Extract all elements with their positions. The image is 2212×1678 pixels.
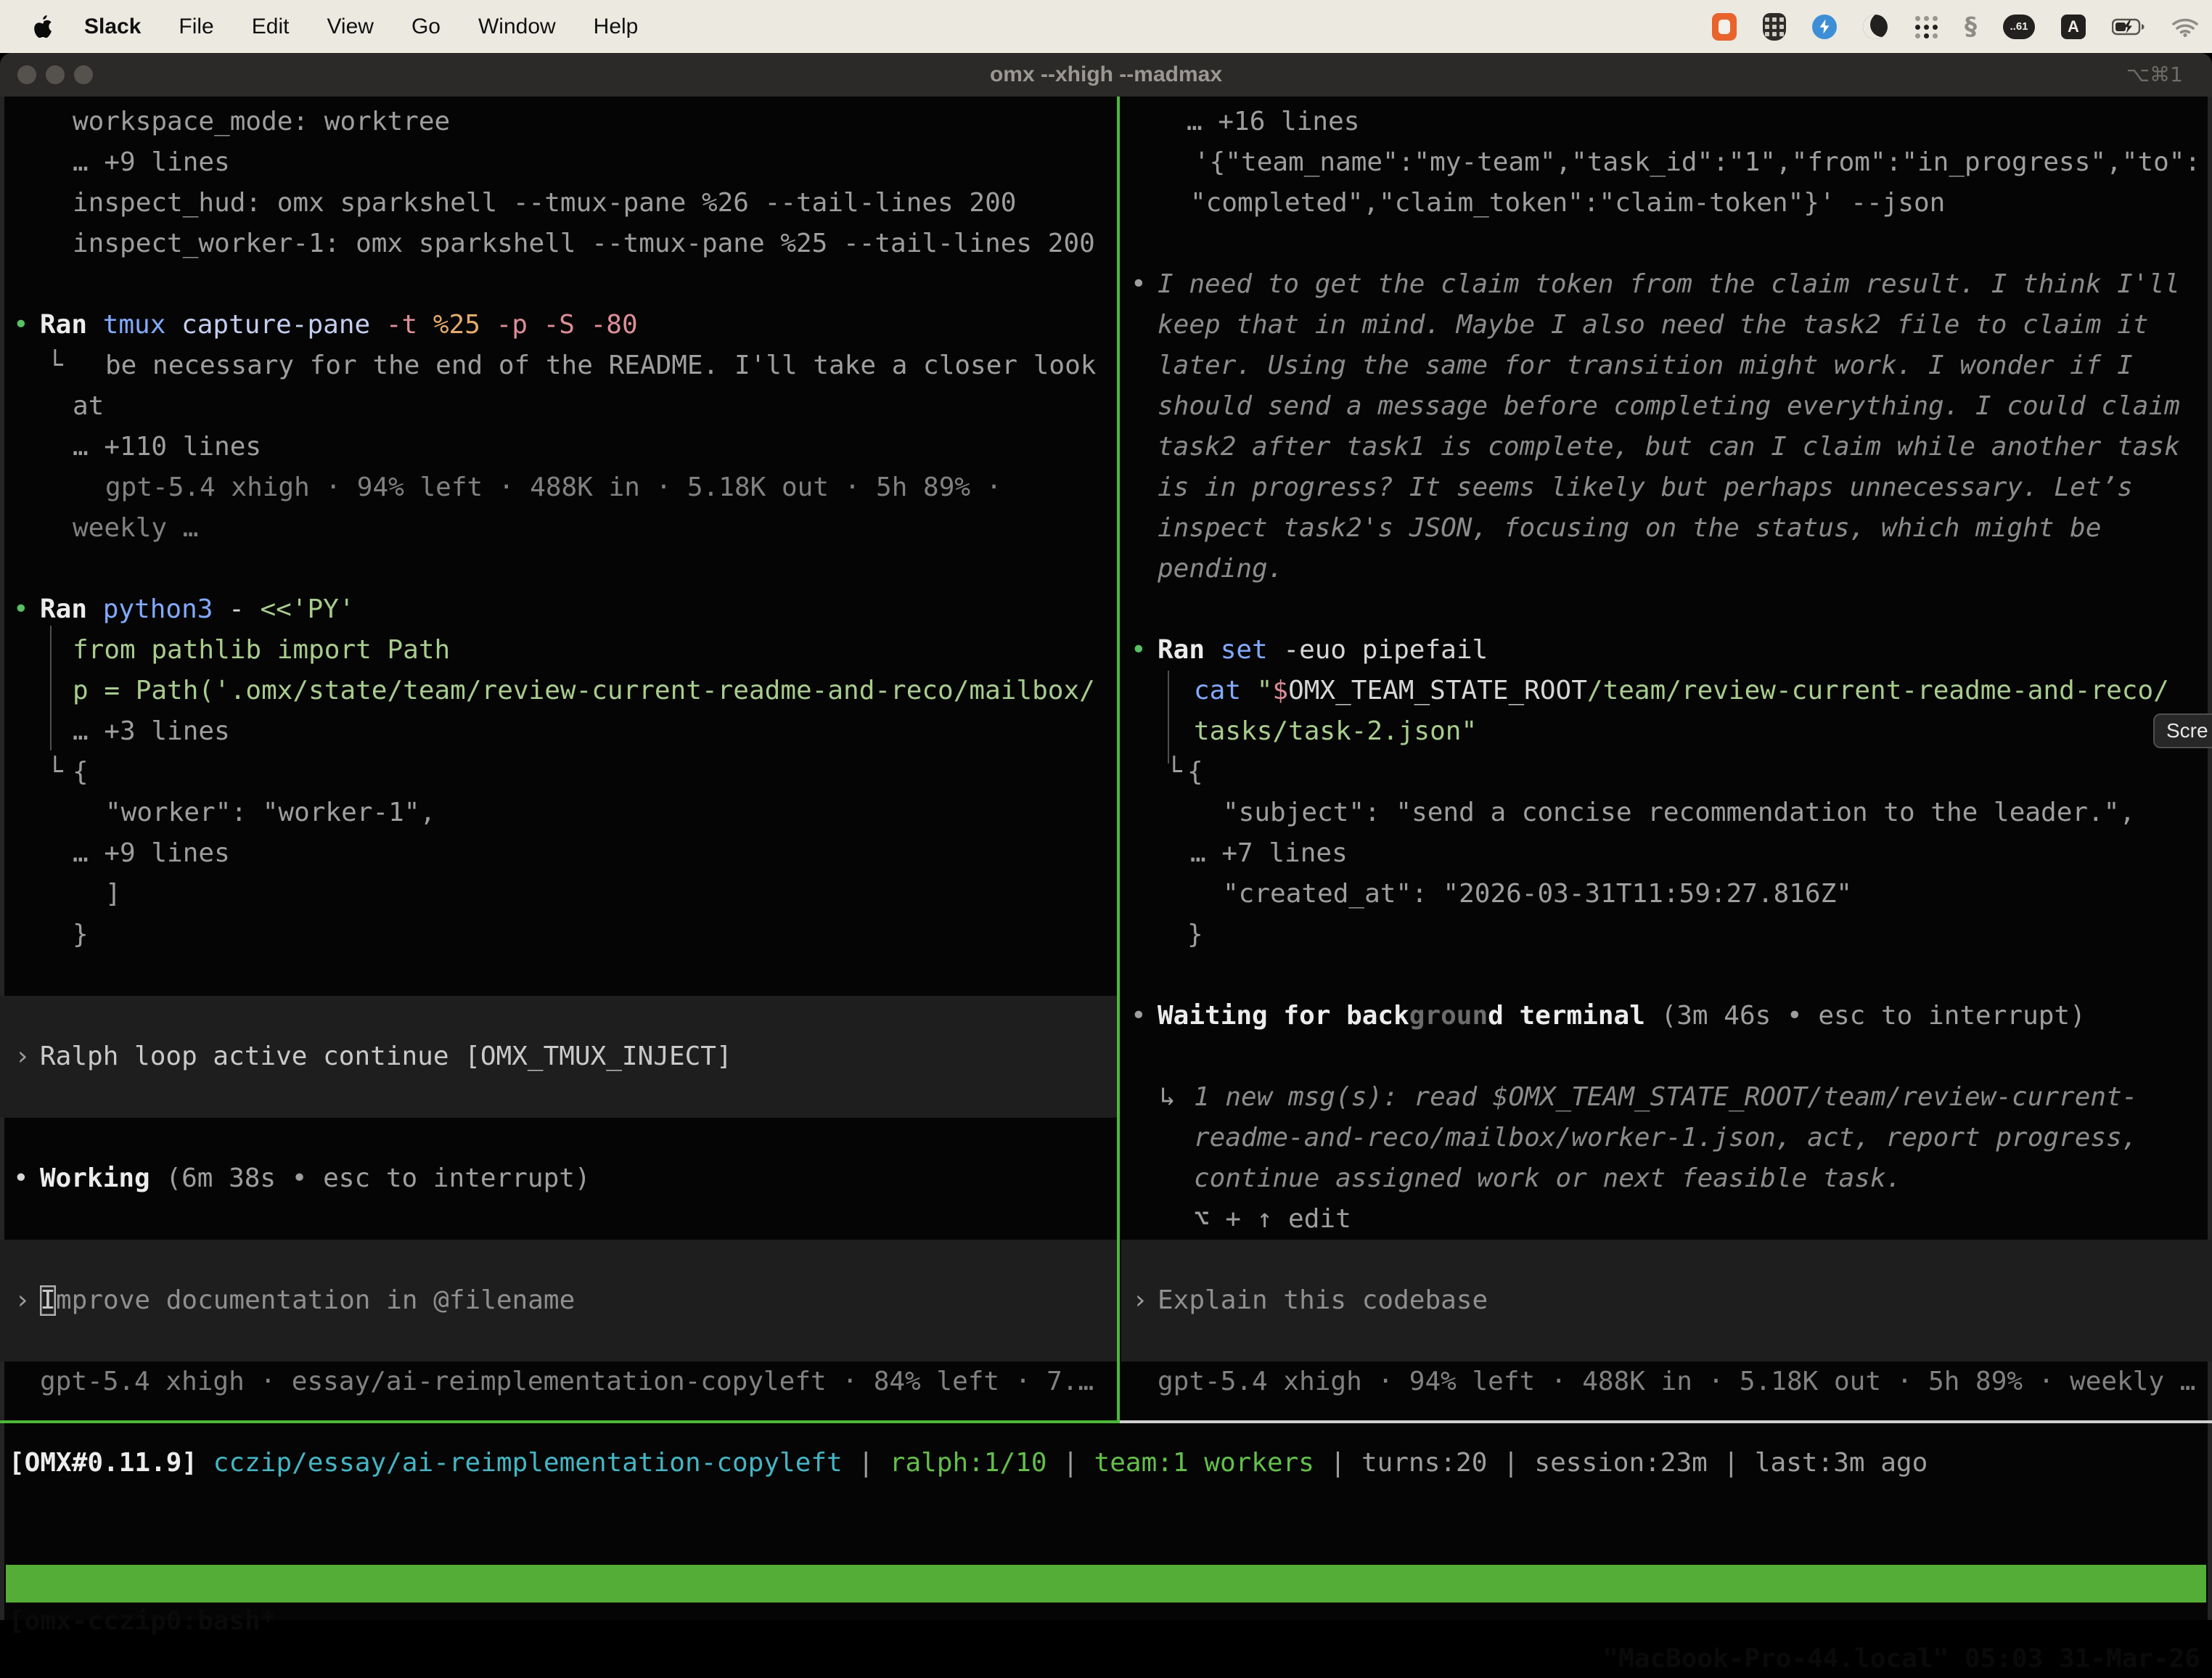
- omx-status-line: [OMX#0.11.9] cczip/essay/ai-reimplementa…: [0, 1443, 2212, 1483]
- wifi-icon[interactable]: [2171, 17, 2199, 37]
- line-bullet: ›: [15, 1036, 30, 1077]
- apple-icon: [33, 15, 54, 38]
- line-bullet: •: [13, 589, 29, 630]
- input-source-icon[interactable]: A: [2061, 15, 2086, 39]
- menu-status-cluster: § ..61 A: [1712, 0, 2199, 53]
- prompt-input-right[interactable]: ›Explain this codebase: [0, 1280, 2212, 1321]
- command-line: •Ran python3 - <<'PY': [0, 589, 2212, 630]
- code-line: tasks/task-2.json": [0, 711, 2212, 752]
- badge-61-icon[interactable]: ..61: [2003, 15, 2035, 39]
- line-bullet: ↳: [1160, 1077, 1176, 1118]
- screenshot-tooltip-label: Scre: [2166, 719, 2208, 742]
- output-line: "completed","claim_token":"claim-token"}…: [0, 183, 2212, 224]
- shield-icon[interactable]: [1763, 13, 1786, 41]
- menu-item-window[interactable]: Window: [478, 15, 556, 39]
- blue-badge-icon[interactable]: [1812, 15, 1837, 39]
- menu-item-view[interactable]: View: [327, 15, 373, 39]
- menu-bar: Slack File Edit View Go Window Help § ..61 A: [0, 0, 2212, 53]
- output-line: … +16 lines: [0, 102, 2212, 142]
- line-bullet: •: [1131, 996, 1147, 1036]
- window-shortcut: ⌥⌘1: [2126, 53, 2183, 97]
- pane-border-bottom-right: [1120, 1420, 2212, 1423]
- thinking-line: later. Using the same for transition mig…: [0, 345, 2212, 386]
- screen: { "menubar": { "app_name": "Slack", "ite…: [0, 0, 2212, 1620]
- thinking-line: •I need to get the claim token from the …: [0, 264, 2212, 305]
- output-line: }: [0, 914, 2212, 955]
- window-title: omx --xhigh --madmax: [0, 53, 2212, 97]
- thinking-line: keep that in mind. Maybe I also need the…: [0, 305, 2212, 345]
- tmux-status-bar: [omx-cczip0:bash* "MacBook-Pro-44.local"…: [6, 1565, 2206, 1603]
- output-line: inspect_worker-1: omx sparkshell --tmux-…: [0, 224, 2212, 264]
- apple-menu[interactable]: [33, 15, 54, 38]
- menu-item-app[interactable]: Slack: [84, 15, 141, 39]
- pane-border-bottom-left: [0, 1420, 1120, 1423]
- output-line: "created_at": "2026-03-31T11:59:27.816Z": [0, 874, 2212, 914]
- line-bullet: •: [1131, 264, 1147, 305]
- menu-item-edit[interactable]: Edit: [252, 15, 290, 39]
- crescent-icon[interactable]: [1863, 15, 1888, 39]
- thinking-line: should send a message before completing …: [0, 386, 2212, 427]
- terminal: workspace_mode: worktree… +9 linesinspec…: [0, 97, 2212, 1620]
- thinking-line: pending.: [0, 549, 2212, 589]
- squiggle-icon[interactable]: §: [1965, 12, 1977, 41]
- tmux-session-label: [omx-cczip0:bash*: [9, 1603, 276, 1640]
- line-bullet: └: [1166, 752, 1182, 793]
- line-bullet: ›: [1132, 1280, 1148, 1321]
- model-status-line: gpt-5.4 xhigh · 94% left · 488K in · 5.1…: [0, 1362, 2212, 1402]
- window-title-bar: omx --xhigh --madmax ⌥⌘1: [0, 53, 2212, 97]
- menu-item-go[interactable]: Go: [411, 15, 441, 39]
- output-line: '{"team_name":"my-team","task_id":"1","f…: [0, 142, 2212, 183]
- menu-item-help[interactable]: Help: [594, 15, 639, 39]
- mailbox-message-line: readme-and-reco/mailbox/worker-1.json, a…: [0, 1118, 2212, 1158]
- screenshot-tooltip[interactable]: Scre: [2153, 713, 2212, 748]
- dot-grid-icon[interactable]: [1914, 15, 1938, 39]
- output-line: … +7 lines: [0, 833, 2212, 874]
- output-line: "subject": "send a concise recommendatio…: [0, 793, 2212, 833]
- ralph-loop-banner: ›Ralph loop active continue [OMX_TMUX_IN…: [0, 1036, 2212, 1077]
- waiting-indicator: •Waiting for background terminal (3m 46s…: [0, 996, 2212, 1036]
- code-line: cat "$OMX_TEAM_STATE_ROOT/team/review-cu…: [0, 671, 2212, 711]
- thinking-line: task2 after task1 is complete, but can I…: [0, 427, 2212, 467]
- mailbox-message-line: ↳1 new msg(s): read $OMX_TEAM_STATE_ROOT…: [0, 1077, 2212, 1118]
- line-bullet: •: [1131, 630, 1147, 671]
- tmux-host-clock: "MacBook-Pro-44.local" 05:03 31-Mar-26: [1602, 1640, 2200, 1678]
- command-line: •Ran set -euo pipefail: [0, 630, 2212, 671]
- mailbox-message-line: continue assigned work or next feasible …: [0, 1158, 2212, 1199]
- thinking-line: is in progress? It seems likely but perh…: [0, 467, 2212, 508]
- edit-hint: ⌥ + ↑ edit: [0, 1199, 2212, 1240]
- menu-item-file[interactable]: File: [179, 15, 213, 39]
- thinking-line: inspect task2's JSON, focusing on the st…: [0, 508, 2212, 549]
- chat-icon[interactable]: [1712, 13, 1737, 41]
- battery-icon[interactable]: [2112, 18, 2145, 36]
- output-line: └{: [0, 752, 2212, 793]
